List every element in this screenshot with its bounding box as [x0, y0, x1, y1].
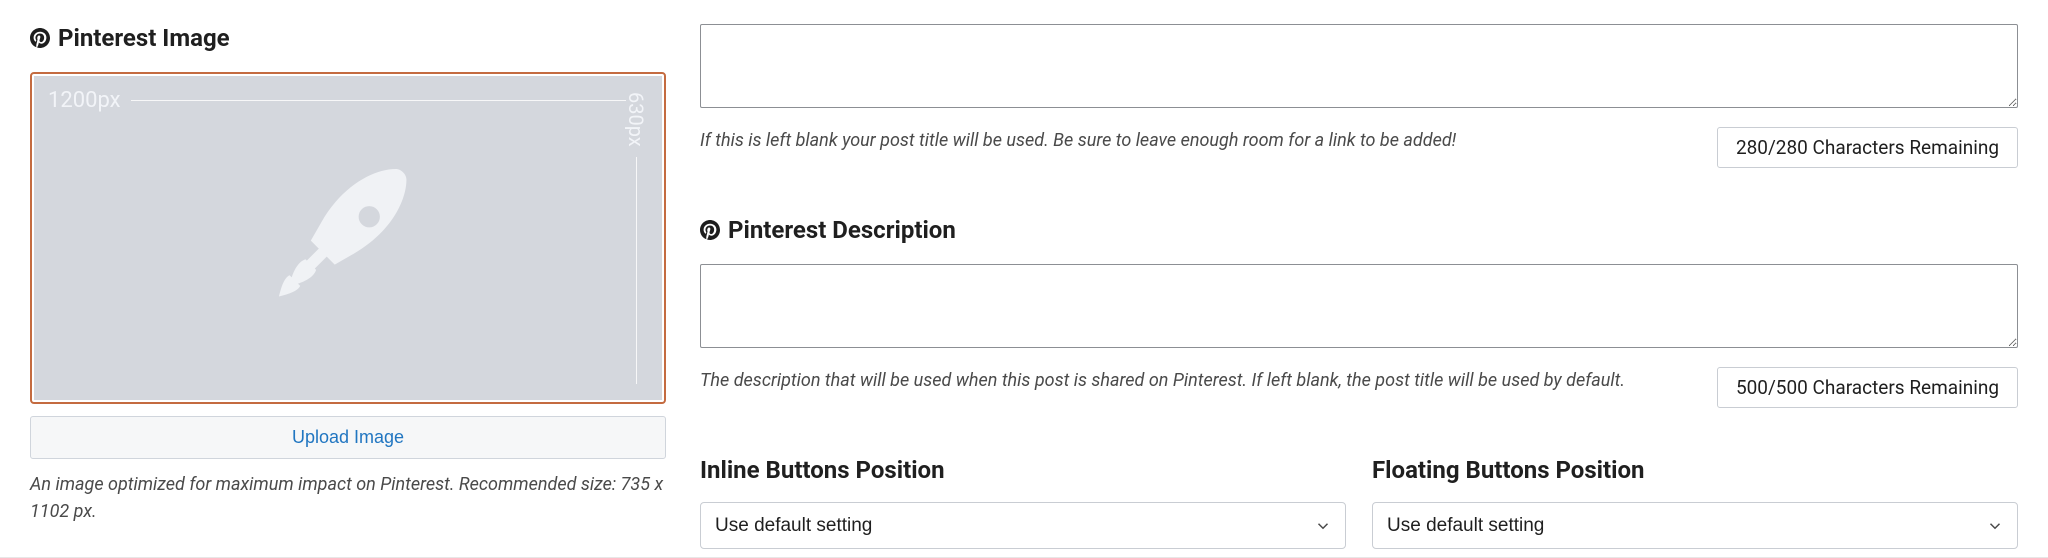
inline-buttons-heading: Inline Buttons Position [700, 456, 1346, 484]
description-help-text: The description that will be used when t… [700, 367, 1697, 394]
pinterest-image-heading-text: Pinterest Image [58, 24, 230, 52]
dimension-width-guide: 1200px [48, 88, 626, 113]
dimension-width-line [131, 100, 626, 101]
pinterest-description-heading-text: Pinterest Description [728, 216, 956, 244]
title-textarea[interactable] [700, 24, 2018, 108]
upload-image-button[interactable]: Upload Image [30, 416, 666, 459]
dimension-height-line [636, 157, 637, 384]
inline-buttons-select[interactable]: Use default setting [700, 502, 1346, 549]
pinterest-image-help-text: An image optimized for maximum impact on… [30, 471, 666, 525]
dimension-height-guide: 630px [624, 92, 648, 384]
dimension-width-label: 1200px [48, 88, 121, 113]
upload-image-button-label: Upload Image [292, 427, 404, 447]
description-char-count: 500/500 Characters Remaining [1717, 367, 2018, 408]
pinterest-image-heading: Pinterest Image [30, 24, 670, 52]
description-field-block: The description that will be used when t… [700, 264, 2018, 408]
rocket-icon [263, 153, 433, 323]
pinterest-icon [700, 220, 720, 240]
floating-buttons-select[interactable]: Use default setting [1372, 502, 2018, 549]
title-field-block: If this is left blank your post title wi… [700, 24, 2018, 168]
title-help-text: If this is left blank your post title wi… [700, 127, 1697, 154]
image-preview-inner: 1200px 630px [34, 76, 662, 400]
description-textarea[interactable] [700, 264, 2018, 348]
pinterest-icon [30, 28, 50, 48]
dimension-height-label: 630px [624, 92, 648, 147]
title-char-count: 280/280 Characters Remaining [1717, 127, 2018, 168]
floating-buttons-heading: Floating Buttons Position [1372, 456, 2018, 484]
image-preview[interactable]: 1200px 630px [30, 72, 666, 404]
pinterest-description-heading: Pinterest Description [700, 216, 2018, 244]
